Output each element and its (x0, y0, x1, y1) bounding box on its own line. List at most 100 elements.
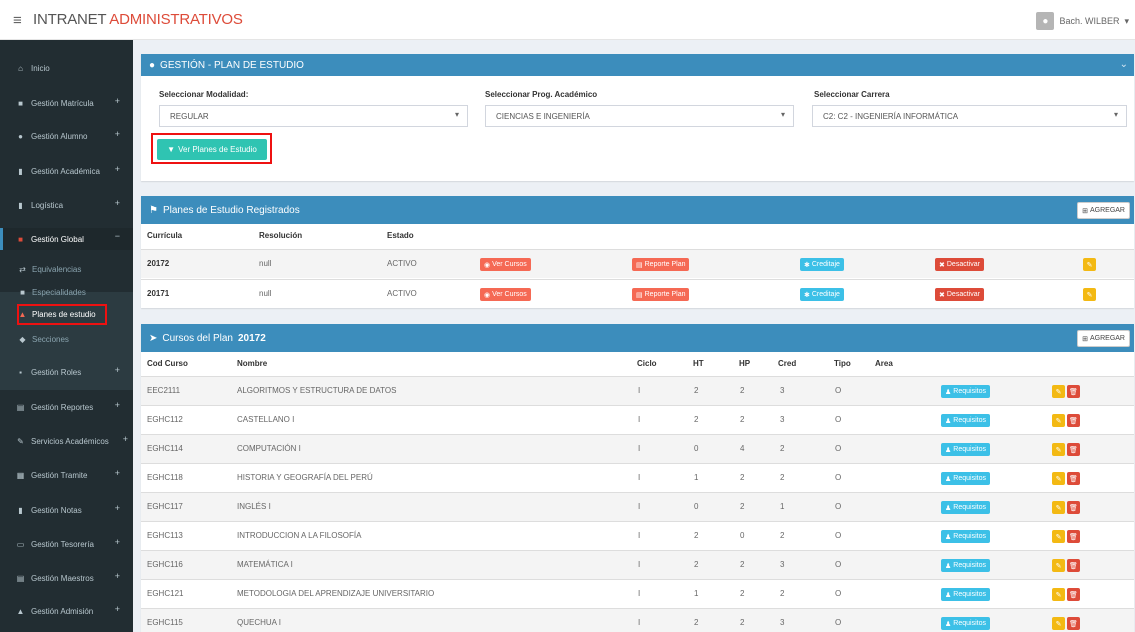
requisitos-label: Requisitos (953, 620, 986, 627)
sidebar-item-gestion-academica[interactable]: ▮ Gestión Académica + (0, 161, 133, 181)
ver-cursos-button[interactable]: ◉ Ver Cursos (480, 258, 531, 271)
edit-icon[interactable]: ✎ (1052, 588, 1065, 601)
reporte-plan-button[interactable]: ▤ Reporte Plan (632, 288, 690, 301)
edit-icon[interactable]: ✎ (1052, 385, 1065, 398)
desactivar-label: Desactivar (946, 291, 980, 298)
edit-icon[interactable]: ✎ (1083, 258, 1096, 271)
nombre-cell: INTRODUCCION A LA FILOSOFÍA (237, 531, 362, 540)
carrera-label: Seleccionar Carrera (814, 90, 890, 99)
sidebar-item-inicio[interactable]: ⌂ Inicio (0, 58, 133, 78)
sidebar-item-label: Servicios Académicos (31, 436, 109, 446)
trash-icon[interactable]: 🗑 (1067, 559, 1080, 572)
sidebar-item-label: Gestión Notas (31, 505, 82, 515)
edit-icon[interactable]: ✎ (1052, 559, 1065, 572)
creditaje-button[interactable]: ✱ Creditaje (800, 288, 844, 301)
requisitos-button[interactable]: ♟ Requisitos (941, 617, 990, 630)
sidebar-subitem-label: Especialidades (32, 287, 86, 297)
table-row: EGHC112 CASTELLANO I I 2 2 3 O ♟ Requisitos ✎ 🗑 (141, 405, 1134, 434)
trash-icon[interactable]: 🗑 (1067, 530, 1080, 543)
trash-icon[interactable]: 🗑 (1067, 472, 1080, 485)
sitemap-icon: ♟ (945, 446, 952, 454)
programa-select[interactable]: CIENCIAS E INGENIERÍA ▾ (485, 105, 794, 127)
top-navbar: ≡ INTRANET ADMINISTRATIVOS ● Bach. WILBE… (0, 0, 1135, 40)
sidebar-item-gestion-matricula[interactable]: ■ Gestión Matrícula + (0, 93, 133, 113)
ver-cursos-button[interactable]: ◉ Ver Cursos (480, 288, 531, 301)
requisitos-button[interactable]: ♟ Requisitos (941, 414, 990, 427)
requisitos-button[interactable]: ♟ Requisitos (941, 385, 990, 398)
sidebar-item-gestion-tramite[interactable]: ▦ Gestión Tramite + (0, 465, 133, 485)
brand-part2: ADMINISTRATIVOS (109, 11, 243, 28)
menu-icon[interactable]: ≡ (13, 12, 22, 29)
sidebar-item-gestion-tesoreria[interactable]: ▭ Gestión Tesorería + (0, 534, 133, 554)
carrera-select[interactable]: C2: C2 - INGENIERÍA INFORMÁTICA ▾ (812, 105, 1127, 127)
highlight-box (17, 304, 107, 325)
table-row: EGHC118 HISTORIA Y GEOGRAFÍA DEL PERÚ I 1 2 2… (141, 463, 1134, 492)
edit-icon[interactable]: ✎ (1052, 501, 1065, 514)
cod-cell: EGHC113 (147, 531, 183, 540)
requisitos-button[interactable]: ♟ Requisitos (941, 501, 990, 514)
chevron-down-icon[interactable]: ⌄ (1120, 59, 1128, 70)
edit-icon[interactable]: ✎ (1083, 288, 1096, 301)
edit-icon[interactable]: ✎ (1052, 530, 1065, 543)
requisitos-button[interactable]: ♟ Requisitos (941, 588, 990, 601)
ht-cell: 0 (694, 502, 699, 511)
sidebar-item-gestion-notas[interactable]: ▮ Gestión Notas + (0, 500, 133, 520)
requisitos-button[interactable]: ♟ Requisitos (941, 472, 990, 485)
edit-icon[interactable]: ✎ (1052, 414, 1065, 427)
edit-icon[interactable]: ✎ (1052, 472, 1065, 485)
user-menu[interactable]: ● Bach. WILBER ▾ (1036, 12, 1129, 30)
plus-icon: + (114, 365, 120, 375)
sidebar-item-servicios-academicos[interactable]: ✎ Servicios Académicos + (0, 431, 133, 451)
creditaje-button[interactable]: ✱ Creditaje (800, 258, 844, 271)
desactivar-button[interactable]: ✖ Desactivar (935, 288, 984, 301)
sidebar-item-gestion-reportes[interactable]: ▤ Gestión Reportes + (0, 397, 133, 417)
modalidad-select[interactable]: REGULAR ▾ (159, 105, 468, 127)
sidebar-item-gestion-global[interactable]: ■ Gestión Global − (0, 228, 133, 250)
sidebar-item-gestion-alumno[interactable]: ● Gestión Alumno + (0, 126, 133, 146)
plus-icon: + (114, 604, 120, 614)
sidebar-item-logistica[interactable]: ▮ Logística + (0, 195, 133, 215)
agregar-curso-button[interactable]: ⊞ AGREGAR (1077, 330, 1130, 347)
edit-icon[interactable]: ✎ (1052, 443, 1065, 456)
trash-icon[interactable]: 🗑 (1067, 617, 1080, 630)
trash-icon[interactable]: 🗑 (1067, 501, 1080, 514)
trash-icon[interactable]: 🗑 (1067, 588, 1080, 601)
sidebar-item-gestion-roles[interactable]: ▪ Gestión Roles + (0, 362, 133, 382)
sidebar-item-gestion-maestros[interactable]: ▤ Gestión Maestros + (0, 568, 133, 588)
reporte-plan-button[interactable]: ▤ Reporte Plan (632, 258, 690, 271)
planes-panel-header: ⚑ Planes de Estudio Registrados ⊞ AGREGA… (141, 196, 1134, 224)
trash-icon[interactable]: 🗑 (1067, 385, 1080, 398)
tipo-cell: O (835, 618, 842, 627)
tipo-cell: O (835, 589, 842, 598)
requisitos-button[interactable]: ♟ Requisitos (941, 530, 990, 543)
col-header-hp: HP (739, 359, 751, 368)
requisitos-button[interactable]: ♟ Requisitos (941, 443, 990, 456)
modalidad-label: Seleccionar Modalidad: (159, 90, 249, 99)
hp-cell: 2 (740, 415, 745, 424)
col-header-cod: Cod Curso (147, 359, 188, 368)
requisitos-button[interactable]: ♟ Requisitos (941, 559, 990, 572)
lock-icon: ▪ (19, 367, 22, 377)
requisitos-label: Requisitos (953, 562, 986, 569)
tipo-cell: O (835, 386, 842, 395)
app-brand[interactable]: INTRANET ADMINISTRATIVOS (33, 11, 243, 28)
trash-icon[interactable]: 🗑 (1067, 414, 1080, 427)
nombre-cell: ALGORITMOS Y ESTRUCTURA DE DATOS (237, 386, 397, 395)
desactivar-button[interactable]: ✖ Desactivar (935, 258, 984, 271)
edit-icon[interactable]: ✎ (1052, 617, 1065, 630)
plus-icon: + (114, 468, 120, 478)
sidebar-item-gestion-admision[interactable]: ▲ Gestión Admisión + (0, 601, 133, 621)
plus-icon: + (114, 96, 120, 106)
sidebar-item-label: Gestión Roles (31, 367, 82, 377)
sidebar-item-label: Gestión Académica (31, 166, 100, 176)
trash-icon[interactable]: 🗑 (1067, 443, 1080, 456)
sidebar-subitem-equivalencias[interactable]: ⇄ Equivalencias (0, 260, 133, 278)
sidebar-subitem-secciones[interactable]: ◆ Secciones (0, 330, 133, 348)
sidebar-subitem-especialidades[interactable]: ■ Especialidades (0, 283, 133, 301)
cod-cell: EEC2111 (147, 386, 181, 395)
sitemap-icon: ♟ (945, 475, 952, 483)
agregar-plan-button[interactable]: ⊞ AGREGAR (1077, 202, 1130, 219)
cursos-panel-header: ➤ Cursos del Plan 20172 ⊞ AGREGAR (141, 324, 1134, 352)
chevron-down-icon: ▾ (1124, 15, 1129, 26)
estado-cell: ACTIVO (387, 259, 417, 268)
